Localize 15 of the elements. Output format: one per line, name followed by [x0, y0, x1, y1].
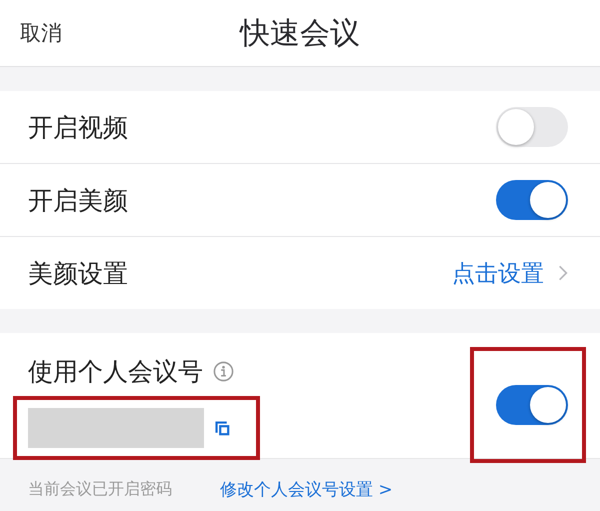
copy-icon[interactable]	[214, 420, 231, 436]
page-title: 快速会议	[240, 14, 360, 52]
setting-link[interactable]: 点击设置	[452, 258, 544, 288]
setting-label: 美颜设置	[28, 258, 128, 290]
toggle-switch[interactable]	[496, 180, 568, 220]
chevron-right-icon	[558, 264, 568, 282]
setting-label: 使用个人会议号	[28, 356, 203, 388]
setting-label: 开启美颜	[28, 184, 128, 216]
toggle-switch[interactable]	[496, 107, 568, 147]
cancel-button[interactable]: 取消	[20, 19, 62, 47]
settings-link[interactable]: 修改个人会议号设置 >	[220, 478, 393, 500]
info-icon[interactable]	[213, 361, 234, 382]
footer-note: 当前会议已开启密码	[28, 478, 172, 500]
toggle-switch[interactable]	[496, 384, 568, 424]
setting-label: 开启视频	[28, 112, 128, 144]
